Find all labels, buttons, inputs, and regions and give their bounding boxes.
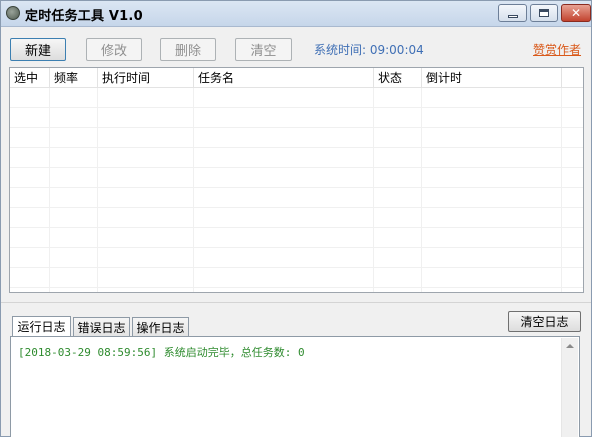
donate-link[interactable]: 赞赏作者 xyxy=(533,41,581,58)
column-header-frequency[interactable]: 频率 xyxy=(50,68,98,88)
delete-task-button[interactable]: 删除 xyxy=(160,38,216,61)
main-window: 定时任务工具 V1.0 ✕ 新建 修改 删除 清空 系统时间: 09:00:04… xyxy=(0,0,592,437)
grid-line xyxy=(421,88,422,292)
column-header-exec-time[interactable]: 执行时间 xyxy=(98,68,194,88)
task-table[interactable]: 选中 频率 执行时间 任务名 状态 倒计时 xyxy=(9,67,584,293)
title-bar[interactable]: 定时任务工具 V1.0 ✕ xyxy=(1,1,591,27)
table-row xyxy=(10,208,583,228)
close-button[interactable]: ✕ xyxy=(561,4,591,22)
close-icon: ✕ xyxy=(570,6,582,20)
grid-line xyxy=(49,88,50,292)
grid-line xyxy=(373,88,374,292)
table-row xyxy=(10,268,583,288)
minimize-icon xyxy=(507,14,518,18)
grid-line xyxy=(561,88,562,292)
edit-task-button[interactable]: 修改 xyxy=(86,38,142,61)
tab-run-log[interactable]: 运行日志 xyxy=(12,316,71,336)
maximize-icon xyxy=(539,9,549,17)
column-header-status[interactable]: 状态 xyxy=(374,68,422,88)
scroll-up-icon[interactable] xyxy=(566,344,574,348)
table-row xyxy=(10,228,583,248)
table-row xyxy=(10,188,583,208)
grid-line xyxy=(97,88,98,292)
log-line: [2018-03-29 08:59:56] 系统启动完毕，总任务数: 0 xyxy=(18,346,305,359)
new-task-button[interactable]: 新建 xyxy=(10,38,66,61)
table-row xyxy=(10,88,583,108)
tab-error-log[interactable]: 错误日志 xyxy=(73,317,130,336)
table-row xyxy=(10,148,583,168)
divider xyxy=(1,302,591,303)
log-scrollbar[interactable] xyxy=(561,338,578,437)
minimize-button[interactable] xyxy=(498,4,527,22)
clear-tasks-button[interactable]: 清空 xyxy=(235,38,292,61)
column-header-select[interactable]: 选中 xyxy=(10,68,50,88)
column-header-task-name[interactable]: 任务名 xyxy=(194,68,374,88)
table-row xyxy=(10,168,583,188)
system-time: 系统时间: 09:00:04 xyxy=(314,43,424,57)
log-panel[interactable]: [2018-03-29 08:59:56] 系统启动完毕，总任务数: 0 xyxy=(10,336,580,437)
task-table-header: 选中 频率 执行时间 任务名 状态 倒计时 xyxy=(10,68,583,88)
clear-log-button[interactable]: 清空日志 xyxy=(508,311,581,332)
table-row xyxy=(10,108,583,128)
table-row xyxy=(10,248,583,268)
window-title: 定时任务工具 V1.0 xyxy=(25,9,143,24)
column-header-countdown[interactable]: 倒计时 xyxy=(422,68,562,88)
maximize-button[interactable] xyxy=(530,4,558,22)
tab-operation-log[interactable]: 操作日志 xyxy=(132,317,189,336)
grid-line xyxy=(193,88,194,292)
table-row xyxy=(10,128,583,148)
app-icon xyxy=(6,6,20,20)
